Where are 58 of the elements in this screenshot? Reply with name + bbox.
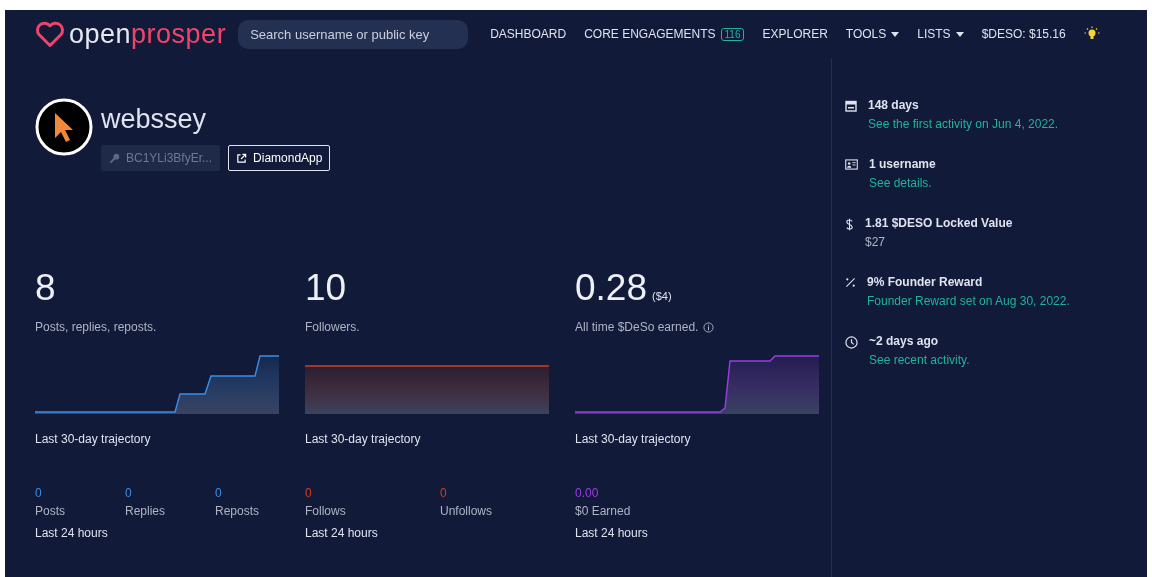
brand-name[interactable]: openprosper (69, 18, 227, 50)
fact-title: 1.81 $DESO Locked Value (865, 216, 1013, 230)
period-label: Last 24 hours (305, 526, 379, 540)
count-value: 0 (305, 486, 313, 500)
count-label: Posts (35, 504, 66, 518)
count-label: Follows (305, 504, 347, 518)
stat-description: Followers. (305, 320, 360, 334)
stat-value: 8 (35, 269, 56, 306)
fact-link[interactable]: See the first activity on Jun 4, 2022. (868, 117, 1059, 131)
key-icon (109, 152, 120, 164)
caret-icon (955, 31, 964, 37)
fact-link[interactable]: See recent activity. (869, 353, 970, 367)
calendar-icon (845, 100, 857, 112)
fact-detail: $27 (865, 235, 887, 249)
stat-value: 0.28 (575, 269, 647, 306)
avatar-icon (35, 98, 93, 156)
count-label: $0 Earned (575, 504, 632, 518)
period-label: Last 24 hours (35, 526, 109, 540)
percent-icon (845, 277, 856, 288)
count-value: 0 (35, 486, 43, 500)
count-value: 0 (125, 486, 133, 500)
deso-price: $DESO: $15.16 (981, 27, 1066, 41)
username: webssey (101, 104, 208, 135)
nav-dropdown[interactable]: LISTS (917, 27, 964, 41)
count-label: Replies (125, 504, 167, 518)
count-label: Reposts (215, 504, 261, 518)
stat-description: All time $DeSo earned. (575, 320, 699, 334)
nav-dropdown[interactable]: TOOLS (845, 27, 900, 41)
period-label: Last 24 hours (575, 526, 649, 540)
count-label: Unfollows (440, 504, 494, 518)
stat-usd: ($4) (652, 290, 672, 302)
id-card-icon (845, 159, 858, 170)
lightbulb-icon[interactable] (1083, 26, 1100, 42)
info-icon[interactable] (703, 321, 715, 333)
heart-logo-icon (35, 20, 65, 48)
fact-title: ~2 days ago (869, 334, 940, 348)
diamondapp-button[interactable]: DiamondApp (228, 145, 331, 171)
fact-title: 148 days (868, 98, 920, 112)
fact-title: 9% Founder Reward (867, 275, 984, 289)
count-value: 0 (440, 486, 448, 500)
search-field[interactable]: Search username or public key (238, 19, 469, 49)
nav-link[interactable]: DASHBOARD (490, 27, 567, 41)
fact-link[interactable]: See details. (869, 176, 936, 190)
count-value: 0 (215, 486, 223, 500)
stat-value: 10 (305, 269, 347, 306)
trajectory-label: Last 30-day trajectory (575, 432, 692, 446)
dollar-icon (845, 218, 854, 231)
trajectory-label: Last 30-day trajectory (305, 432, 422, 446)
caret-icon (891, 31, 900, 37)
count-value: 0.00 (575, 486, 600, 500)
stat-description: Posts, replies, reposts. (35, 320, 157, 334)
trajectory-label: Last 30-day trajectory (35, 432, 152, 446)
clock-icon (845, 336, 858, 349)
external-link-icon (236, 152, 248, 164)
fact-title: 1 username (869, 157, 936, 171)
nav-link[interactable]: EXPLORER (762, 27, 828, 41)
nav-link[interactable]: CORE ENGAGEMENTS 116 (584, 27, 745, 41)
fact-link[interactable]: Founder Reward set on Aug 30, 2022. (867, 294, 1070, 308)
